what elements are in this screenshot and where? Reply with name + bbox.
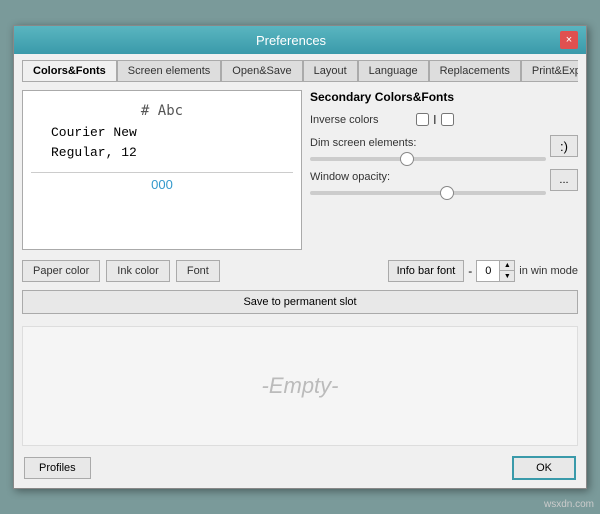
preview-box: # Abc Courier New Regular, 12 000 [22,90,302,250]
empty-text: -Empty- [262,373,339,399]
font-button[interactable]: Font [176,260,220,282]
empty-area: -Empty- [22,326,578,446]
tab-open-save[interactable]: Open&Save [221,60,302,81]
tab-screen-elements[interactable]: Screen elements [117,60,222,81]
content-area: Colors&Fonts Screen elements Open&Save L… [14,54,586,488]
ok-button[interactable]: OK [512,456,576,480]
in-win-mode-label: in win mode [519,265,578,277]
tab-language[interactable]: Language [358,60,429,81]
pipe-separator: I [433,112,437,127]
right-panel: Secondary Colors&Fonts Inverse colors I … [310,90,578,250]
preview-hash-abc: # Abc [141,103,183,119]
preview-font-line2: Regular, 12 [51,145,137,160]
info-bar-group: Info bar font - ▲ ▼ in win mode [388,260,578,282]
bottom-bar: Profiles OK [22,456,578,480]
inverse-colors-label: Inverse colors [310,114,410,126]
paper-color-button[interactable]: Paper color [22,260,100,282]
spinbox-down[interactable]: ▼ [500,271,514,281]
watermark: wsxdn.com [544,499,594,510]
dim-screen-label: Dim screen elements: [310,137,416,149]
dim-screen-group: Dim screen elements: [310,135,546,161]
tab-print-export[interactable]: Print&Export [521,60,578,81]
close-button[interactable]: × [560,31,578,49]
preview-font-line1: Courier New [51,125,137,140]
window-title: Preferences [22,33,560,48]
inverse-colors-row: Inverse colors I [310,112,578,127]
title-bar: Preferences × [14,26,586,54]
dots-button[interactable]: ... [550,169,578,191]
opacity-slider-thumb[interactable] [440,186,454,200]
inverse-colors-group: I [416,112,454,127]
save-row: Save to permanent slot [22,290,578,314]
spinbox-input[interactable] [477,265,499,277]
opacity-group: Window opacity: [310,169,546,195]
dash-separator: - [468,264,472,278]
preferences-window: Preferences × Colors&Fonts Screen elemen… [13,25,587,489]
profiles-button[interactable]: Profiles [24,457,91,479]
tab-layout[interactable]: Layout [303,60,358,81]
dim-slider-thumb[interactable] [400,152,414,166]
opacity-slider-track [310,191,546,195]
smiley-button[interactable]: :) [550,135,578,157]
preview-number: 000 [151,177,173,192]
info-bar-font-button[interactable]: Info bar font [388,260,465,282]
spinbox-up[interactable]: ▲ [500,261,514,271]
inverse-colors-checkbox1[interactable] [416,113,429,126]
buttons-row: Paper color Ink color Font Info bar font… [22,260,578,282]
ink-color-button[interactable]: Ink color [106,260,170,282]
save-to-slot-button[interactable]: Save to permanent slot [22,290,578,314]
window-opacity-row: Window opacity: ... [310,169,578,195]
main-area: # Abc Courier New Regular, 12 000 Second… [22,90,578,250]
window-opacity-label: Window opacity: [310,171,390,183]
preview-divider [31,172,293,173]
tab-replacements[interactable]: Replacements [429,60,521,81]
secondary-title: Secondary Colors&Fonts [310,90,578,104]
spinbox: ▲ ▼ [476,260,515,282]
tab-colors-fonts[interactable]: Colors&Fonts [22,60,117,82]
inverse-colors-checkbox2[interactable] [441,113,454,126]
dim-screen-row: Dim screen elements: :) [310,135,578,161]
spinbox-arrows: ▲ ▼ [499,261,514,281]
dim-slider-track [310,157,546,161]
preview-font-name: Courier New Regular, 12 [51,123,137,162]
tab-bar: Colors&Fonts Screen elements Open&Save L… [22,60,578,82]
